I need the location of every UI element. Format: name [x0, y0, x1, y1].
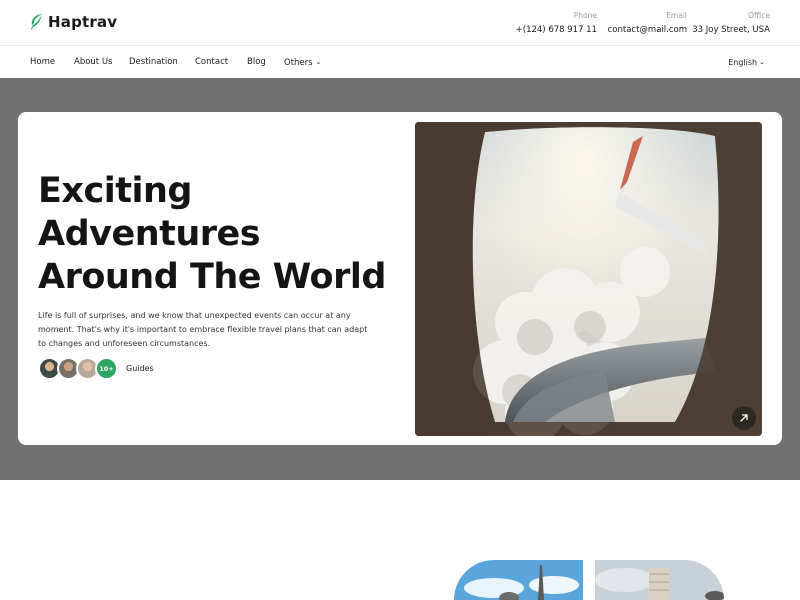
office-value: 33 Joy Street, USA: [692, 25, 770, 35]
guides-group[interactable]: 10+ Guides: [38, 357, 154, 380]
guides-label: Guides: [126, 364, 154, 373]
arrow-up-right-icon: [740, 414, 748, 422]
contact-phone: Phone +(124) 678 917 11: [516, 11, 597, 37]
top-header: Haptrav Phone +(124) 678 917 11 Email co…: [0, 0, 800, 46]
nav-home[interactable]: Home: [30, 56, 55, 68]
destination-thumbnail[interactable]: [454, 560, 583, 600]
hero-title: Exciting Adventures Around The World: [38, 170, 398, 299]
nav-blog[interactable]: Blog: [247, 56, 266, 68]
language-selector[interactable]: English ⌄: [728, 56, 765, 69]
hero-title-line-3: Around The World: [38, 257, 386, 297]
hero-photo: [415, 122, 762, 436]
hero-card: Exciting Adventures Around The World Lif…: [18, 112, 782, 445]
tower-photo: [454, 560, 583, 600]
contact-office: Office 33 Joy Street, USA: [692, 11, 770, 37]
nav-contact[interactable]: Contact: [195, 56, 228, 68]
nav-others-label: Others: [284, 58, 313, 68]
leaning-tower-photo: [595, 560, 724, 600]
office-label: Office: [748, 11, 770, 20]
contact-email: Email contact@mail.com: [608, 11, 687, 37]
brand-logo[interactable]: Haptrav: [31, 13, 117, 31]
hero-section: Exciting Adventures Around The World Lif…: [0, 78, 800, 480]
email-value[interactable]: contact@mail.com: [608, 23, 687, 37]
phone-value[interactable]: +(124) 678 917 11: [516, 23, 597, 37]
chevron-down-icon: ⌄: [315, 58, 322, 66]
hero-description: Life is full of surprises, and we know t…: [38, 311, 368, 348]
guides-count-badge: 10+: [95, 357, 118, 380]
nav-destination[interactable]: Destination: [129, 56, 178, 68]
language-label: English: [728, 58, 758, 67]
nav-others[interactable]: Others ⌄: [284, 56, 321, 69]
chevron-down-icon: ⌄: [759, 58, 765, 66]
brand-name: Haptrav: [48, 13, 118, 31]
phone-label: Phone: [573, 11, 597, 20]
airplane-window-photo: [415, 122, 762, 436]
hero-title-line-1: Exciting: [38, 171, 192, 211]
main-nav: Home About Us Destination Contact Blog O…: [0, 46, 800, 78]
hero-title-line-2: Adventures: [38, 214, 261, 254]
nav-about-us[interactable]: About Us: [74, 56, 112, 68]
destination-thumbnail[interactable]: [595, 560, 724, 600]
email-label: Email: [666, 11, 687, 20]
open-destination-button[interactable]: [732, 406, 756, 430]
leaf-logo-icon: [31, 14, 42, 30]
